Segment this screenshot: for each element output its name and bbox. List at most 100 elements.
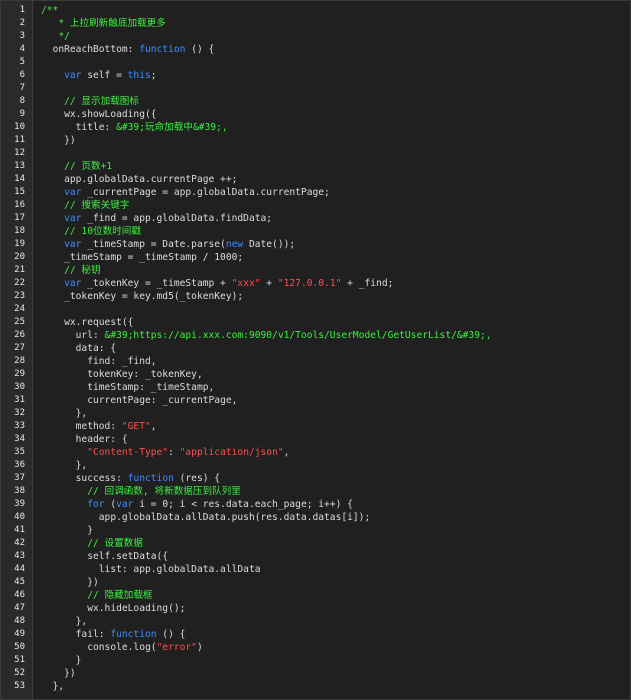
code-token: var — [64, 70, 82, 81]
code-text: var _timeStamp = Date.parse(new Date()); — [41, 238, 295, 251]
code-token: Date()); — [243, 239, 296, 250]
line-number: 7 — [19, 83, 25, 93]
line-number: 12 — [14, 148, 25, 158]
code-token: method: — [75, 421, 122, 432]
code-line: 35 "Content-Type": "application/json", — [1, 446, 630, 459]
line-number: 15 — [14, 187, 25, 197]
line-number: 19 — [14, 239, 25, 249]
line-number: 40 — [14, 512, 25, 522]
line-number: 28 — [14, 356, 25, 366]
code-line: 13 // 页数+1 — [1, 160, 630, 173]
code-token: }, — [75, 408, 88, 419]
code-token: title: — [75, 122, 117, 133]
code-line: 21 // 秘钥 — [1, 264, 630, 277]
line-number: 6 — [19, 70, 25, 80]
code-token: : — [168, 447, 180, 458]
code-text: for (var i = 0; i < res.data.each_page; … — [41, 498, 353, 511]
line-number: 37 — [14, 473, 25, 483]
code-token: var — [64, 213, 82, 224]
line-number: 9 — [19, 109, 25, 119]
code-token: "error" — [156, 642, 197, 653]
code-line: 32 }, — [1, 407, 630, 420]
code-token: "127.0.0.1" — [277, 278, 342, 289]
line-number: 10 — [14, 122, 25, 132]
code-token: // 搜索关键字 — [64, 200, 130, 211]
code-line: 48 }, — [1, 615, 630, 628]
code-token: }, — [75, 616, 88, 627]
code-token: /** — [41, 5, 59, 16]
code-line: 3 */ — [1, 30, 630, 43]
code-token: header: { — [75, 434, 128, 445]
code-text: fail: function () { — [41, 628, 186, 641]
code-token: } — [87, 525, 93, 536]
code-line: 26 url: &#39;https://api.xxx.com:9090/v1… — [1, 329, 630, 342]
code-token: self.setData({ — [87, 551, 169, 562]
code-line: 24 — [1, 303, 630, 316]
code-line: 1 /** — [1, 4, 630, 17]
line-number: 14 — [14, 174, 25, 184]
code-token: i = 0; i < res.data.each_page; i++) { — [133, 499, 353, 510]
code-line: 12 — [1, 147, 630, 160]
code-token: success: — [75, 473, 128, 484]
code-token: // 页数+1 — [64, 161, 113, 172]
code-token: + _find; — [341, 278, 394, 289]
line-number: 53 — [14, 681, 25, 691]
line-number: 27 — [14, 343, 25, 353]
code-line: 36 }, — [1, 459, 630, 472]
code-line: 28 find: _find, — [1, 355, 630, 368]
code-token: ) — [196, 642, 203, 653]
line-number: 1 — [19, 5, 25, 15]
code-token: _timeStamp = Date.parse( — [81, 239, 226, 250]
code-token: // 设置数据 — [87, 538, 143, 549]
code-lines: 1/** 2 * 上拉刷新触底加载更多 3 */4 onReachBottom: f… — [1, 4, 630, 693]
code-line: 41 } — [1, 524, 630, 537]
code-line: 42 // 设置数据 — [1, 537, 630, 550]
line-number: 42 — [14, 538, 25, 548]
code-token: app.globalData.allData.push(res.data.dat… — [98, 512, 371, 523]
code-token: _timeStamp = _timeStamp / 1000; — [64, 252, 244, 263]
code-text: }) — [41, 667, 76, 680]
code-text: console.log("error") — [41, 641, 203, 654]
code-text: } — [41, 524, 93, 537]
code-text: }, — [41, 459, 88, 472]
code-token: "application/json" — [179, 447, 284, 458]
code-text: title: &#39;玩命加载中&#39;, — [41, 121, 228, 134]
code-text: /** — [41, 4, 58, 17]
code-token: // 秘钥 — [64, 265, 101, 276]
line-number: 23 — [14, 291, 25, 301]
line-number: 50 — [14, 642, 25, 652]
code-token: _tokenKey = _timeStamp + — [81, 278, 232, 289]
code-token: }) — [87, 577, 99, 588]
code-line: 45 }) — [1, 576, 630, 589]
code-text: }) — [41, 134, 76, 147]
code-text: success: function (res) { — [41, 472, 220, 485]
code-token: () { — [156, 629, 186, 640]
code-token: new — [225, 239, 244, 250]
code-token: "GET" — [121, 421, 151, 432]
line-number: 52 — [14, 668, 25, 678]
code-token: url: — [75, 330, 105, 341]
code-editor[interactable]: 1/** 2 * 上拉刷新触底加载更多 3 */4 onReachBottom: f… — [0, 0, 631, 700]
code-text: header: { — [41, 433, 128, 446]
code-text: // 显示加载图标 — [41, 95, 139, 108]
code-token: for — [87, 499, 105, 510]
line-number: 11 — [14, 135, 25, 145]
code-token: tokenKey: _tokenKey, — [87, 369, 203, 380]
code-line: 17 var _find = app.globalData.findData; — [1, 212, 630, 225]
